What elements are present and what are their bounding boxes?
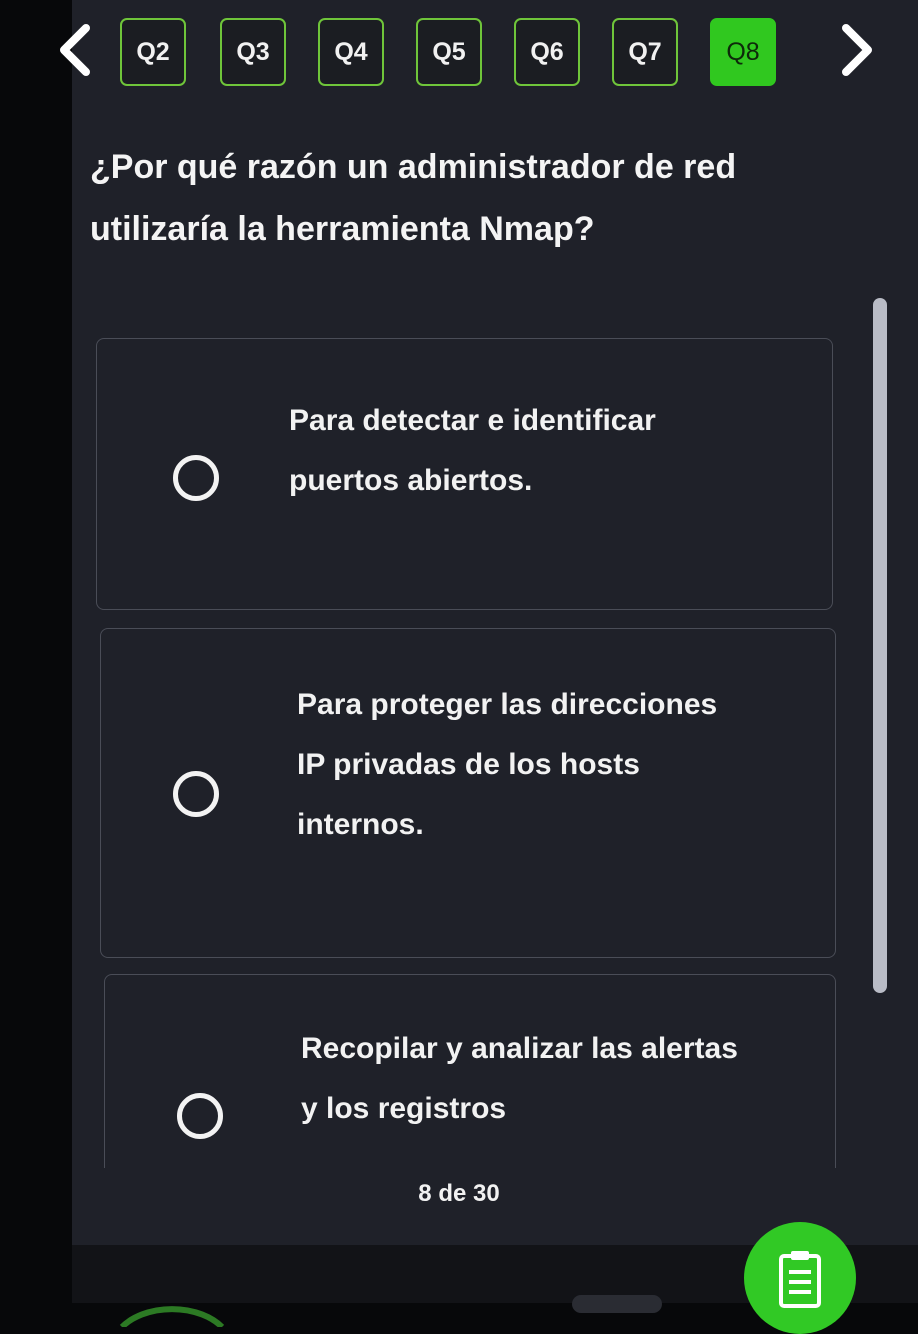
bottom-pill[interactable]: [572, 1295, 662, 1313]
answer-option-label: Para proteger las direcciones IP privada…: [297, 688, 718, 841]
question-tab-q4[interactable]: Q4: [318, 18, 384, 86]
answer-option[interactable]: Para proteger las direcciones IP privada…: [100, 628, 836, 958]
radio-button[interactable]: [173, 771, 219, 817]
question-tab-q2[interactable]: Q2: [120, 18, 186, 86]
progress-ring-icon: [119, 1306, 225, 1327]
question-tab-q3[interactable]: Q3: [220, 18, 286, 86]
scrollbar[interactable]: [873, 298, 889, 993]
chevron-left-icon[interactable]: [50, 20, 104, 80]
clipboard-list-icon[interactable]: [744, 1222, 856, 1334]
question-tab-q6[interactable]: Q6: [514, 18, 580, 86]
answer-option-label: Recopilar y analizar las alertas y los r…: [301, 1032, 738, 1125]
answer-option[interactable]: Para detectar e identificar puertos abie…: [96, 338, 833, 610]
chevron-right-icon[interactable]: [828, 20, 882, 80]
answer-option[interactable]: Recopilar y analizar las alertas y los r…: [104, 974, 836, 1168]
radio-button[interactable]: [173, 455, 219, 501]
radio-button[interactable]: [177, 1093, 223, 1139]
question-counter: 8 de 30: [418, 1180, 500, 1207]
answer-options-list: Para detectar e identificar puertos abie…: [90, 330, 850, 1168]
answer-option-label: Para detectar e identificar puertos abie…: [289, 404, 656, 497]
question-tab-q5[interactable]: Q5: [416, 18, 482, 86]
question-tab-q7[interactable]: Q7: [612, 18, 678, 86]
question-text: ¿Por qué razón un administrador de red u…: [90, 148, 737, 248]
scrollbar-thumb[interactable]: [873, 298, 887, 993]
question-tab-q8[interactable]: Q8: [710, 18, 776, 86]
